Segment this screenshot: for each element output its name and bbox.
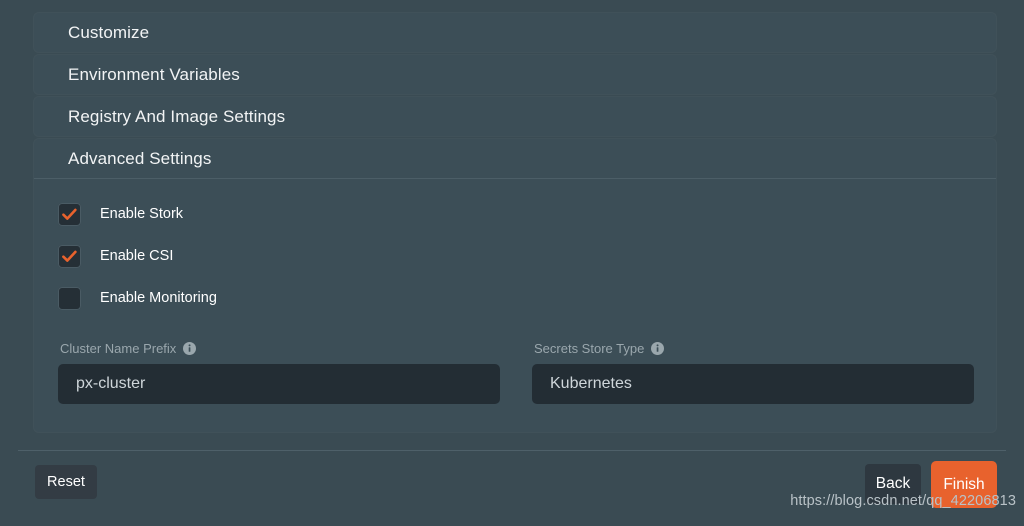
accordion-section-registry-and-image-settings: Registry And Image Settings	[34, 97, 996, 136]
cluster-name-prefix-input[interactable]: px-cluster	[58, 364, 500, 404]
accordion-header-customize[interactable]: Customize	[34, 13, 996, 52]
accordion-header-advanced-settings[interactable]: Advanced Settings	[34, 139, 996, 178]
accordion-section-advanced-settings: Advanced Settings Enable Stork Enable CS…	[34, 139, 996, 432]
checkbox-label: Enable Stork	[100, 206, 184, 222]
accordion-section-customize: Customize	[34, 13, 996, 52]
settings-accordion: Customize Environment Variables Registry…	[34, 13, 996, 435]
secrets-store-type-value: Kubernetes	[550, 375, 632, 392]
field-label-wrapper: Secrets Store Type	[534, 341, 974, 356]
reset-button-label: Reset	[47, 474, 85, 490]
enable-csi-checkbox[interactable]	[58, 244, 81, 268]
accordion-header-label: Environment Variables	[68, 64, 240, 84]
checkbox-row-enable-monitoring: Enable Monitoring	[34, 285, 996, 311]
secrets-store-type-input[interactable]: Kubernetes	[532, 364, 974, 404]
accordion-header-label: Advanced Settings	[68, 148, 212, 168]
info-icon[interactable]	[183, 342, 197, 355]
accordion-header-environment-variables[interactable]: Environment Variables	[34, 55, 996, 94]
enable-stork-checkbox[interactable]	[58, 202, 81, 226]
accordion-header-label: Registry And Image Settings	[68, 106, 286, 126]
checkbox-row-enable-stork: Enable Stork	[34, 201, 996, 227]
checkbox-row-enable-csi: Enable CSI	[34, 243, 996, 269]
footer-divider	[18, 450, 1006, 451]
field-label-wrapper: Cluster Name Prefix	[60, 341, 500, 356]
cluster-name-prefix-value: px-cluster	[76, 375, 146, 392]
checkbox-label: Enable CSI	[100, 248, 174, 264]
finish-button-label: Finish	[943, 475, 985, 493]
checkbox-label: Enable Monitoring	[100, 290, 217, 306]
px-install-wizard: Customize Environment Variables Registry…	[0, 0, 1024, 526]
accordion-section-environment-variables: Environment Variables	[34, 55, 996, 94]
accordion-header-registry-and-image-settings[interactable]: Registry And Image Settings	[34, 97, 996, 136]
field-cluster-name-prefix: Cluster Name Prefix px-cluster	[58, 341, 500, 404]
watermark-url: https://blog.csdn.net/qq_42206813	[790, 493, 1016, 509]
accordion-header-label: Customize	[68, 22, 150, 42]
advanced-fields-row: Cluster Name Prefix px-cluster Secrets S…	[34, 341, 996, 404]
checkmark-icon	[62, 250, 77, 262]
info-icon[interactable]	[651, 342, 665, 355]
field-secrets-store-type: Secrets Store Type Kubernetes	[532, 341, 974, 404]
field-label: Cluster Name Prefix	[60, 341, 177, 356]
advanced-settings-panel: Enable Stork Enable CSI Enable Monitorin…	[34, 178, 996, 432]
field-label: Secrets Store Type	[534, 341, 645, 356]
reset-button[interactable]: Reset	[35, 465, 97, 499]
checkmark-icon	[62, 208, 77, 220]
enable-monitoring-checkbox[interactable]	[58, 286, 81, 310]
back-button-label: Back	[875, 475, 911, 492]
